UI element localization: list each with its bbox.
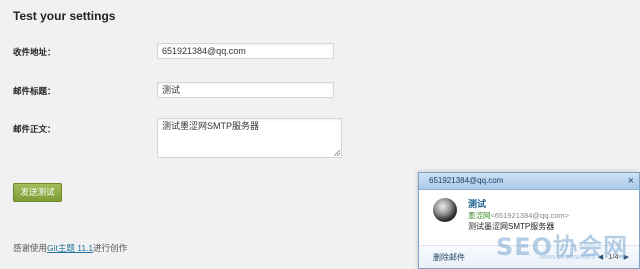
popup-sender: 墨涩网<651921384@qq.com> [468,210,569,221]
resize-grip-icon[interactable] [334,150,340,156]
theme-link[interactable]: Git主题 11.1 [47,243,93,253]
close-icon[interactable]: × [628,174,634,188]
footer-credit: 感谢使用Git主题 11.1进行创作 [13,242,127,254]
avatar [433,198,457,222]
subject-label: 邮件标题： [13,86,56,96]
body-textarea[interactable]: 测试墨涩网SMTP服务器 [157,118,342,158]
recipient-label: 收件地址： [13,47,56,57]
recipient-input[interactable]: 651921384@qq.com [157,43,334,59]
delete-mail-button[interactable]: 删除邮件 [433,252,465,263]
page-title: Test your settings [13,9,116,23]
footer-suffix: 进行创作 [93,243,128,253]
footer-prefix: 感谢使用 [13,243,48,253]
watermark-url: www.seoxhw.com [540,254,596,261]
popup-sender-name: 墨涩网 [468,211,491,220]
body-label: 邮件正文： [13,124,56,134]
subject-input[interactable]: 测试 [157,82,334,98]
popup-sender-email: <651921384@qq.com> [490,211,570,220]
popup-subject[interactable]: 测试 [468,197,486,210]
body-text: 测试墨涩网SMTP服务器 [162,121,260,131]
popup-from-email: 651921384@qq.com [429,176,504,185]
send-test-button[interactable]: 发送测试 [13,183,62,202]
popup-header: 651921384@qq.com × [419,173,639,190]
